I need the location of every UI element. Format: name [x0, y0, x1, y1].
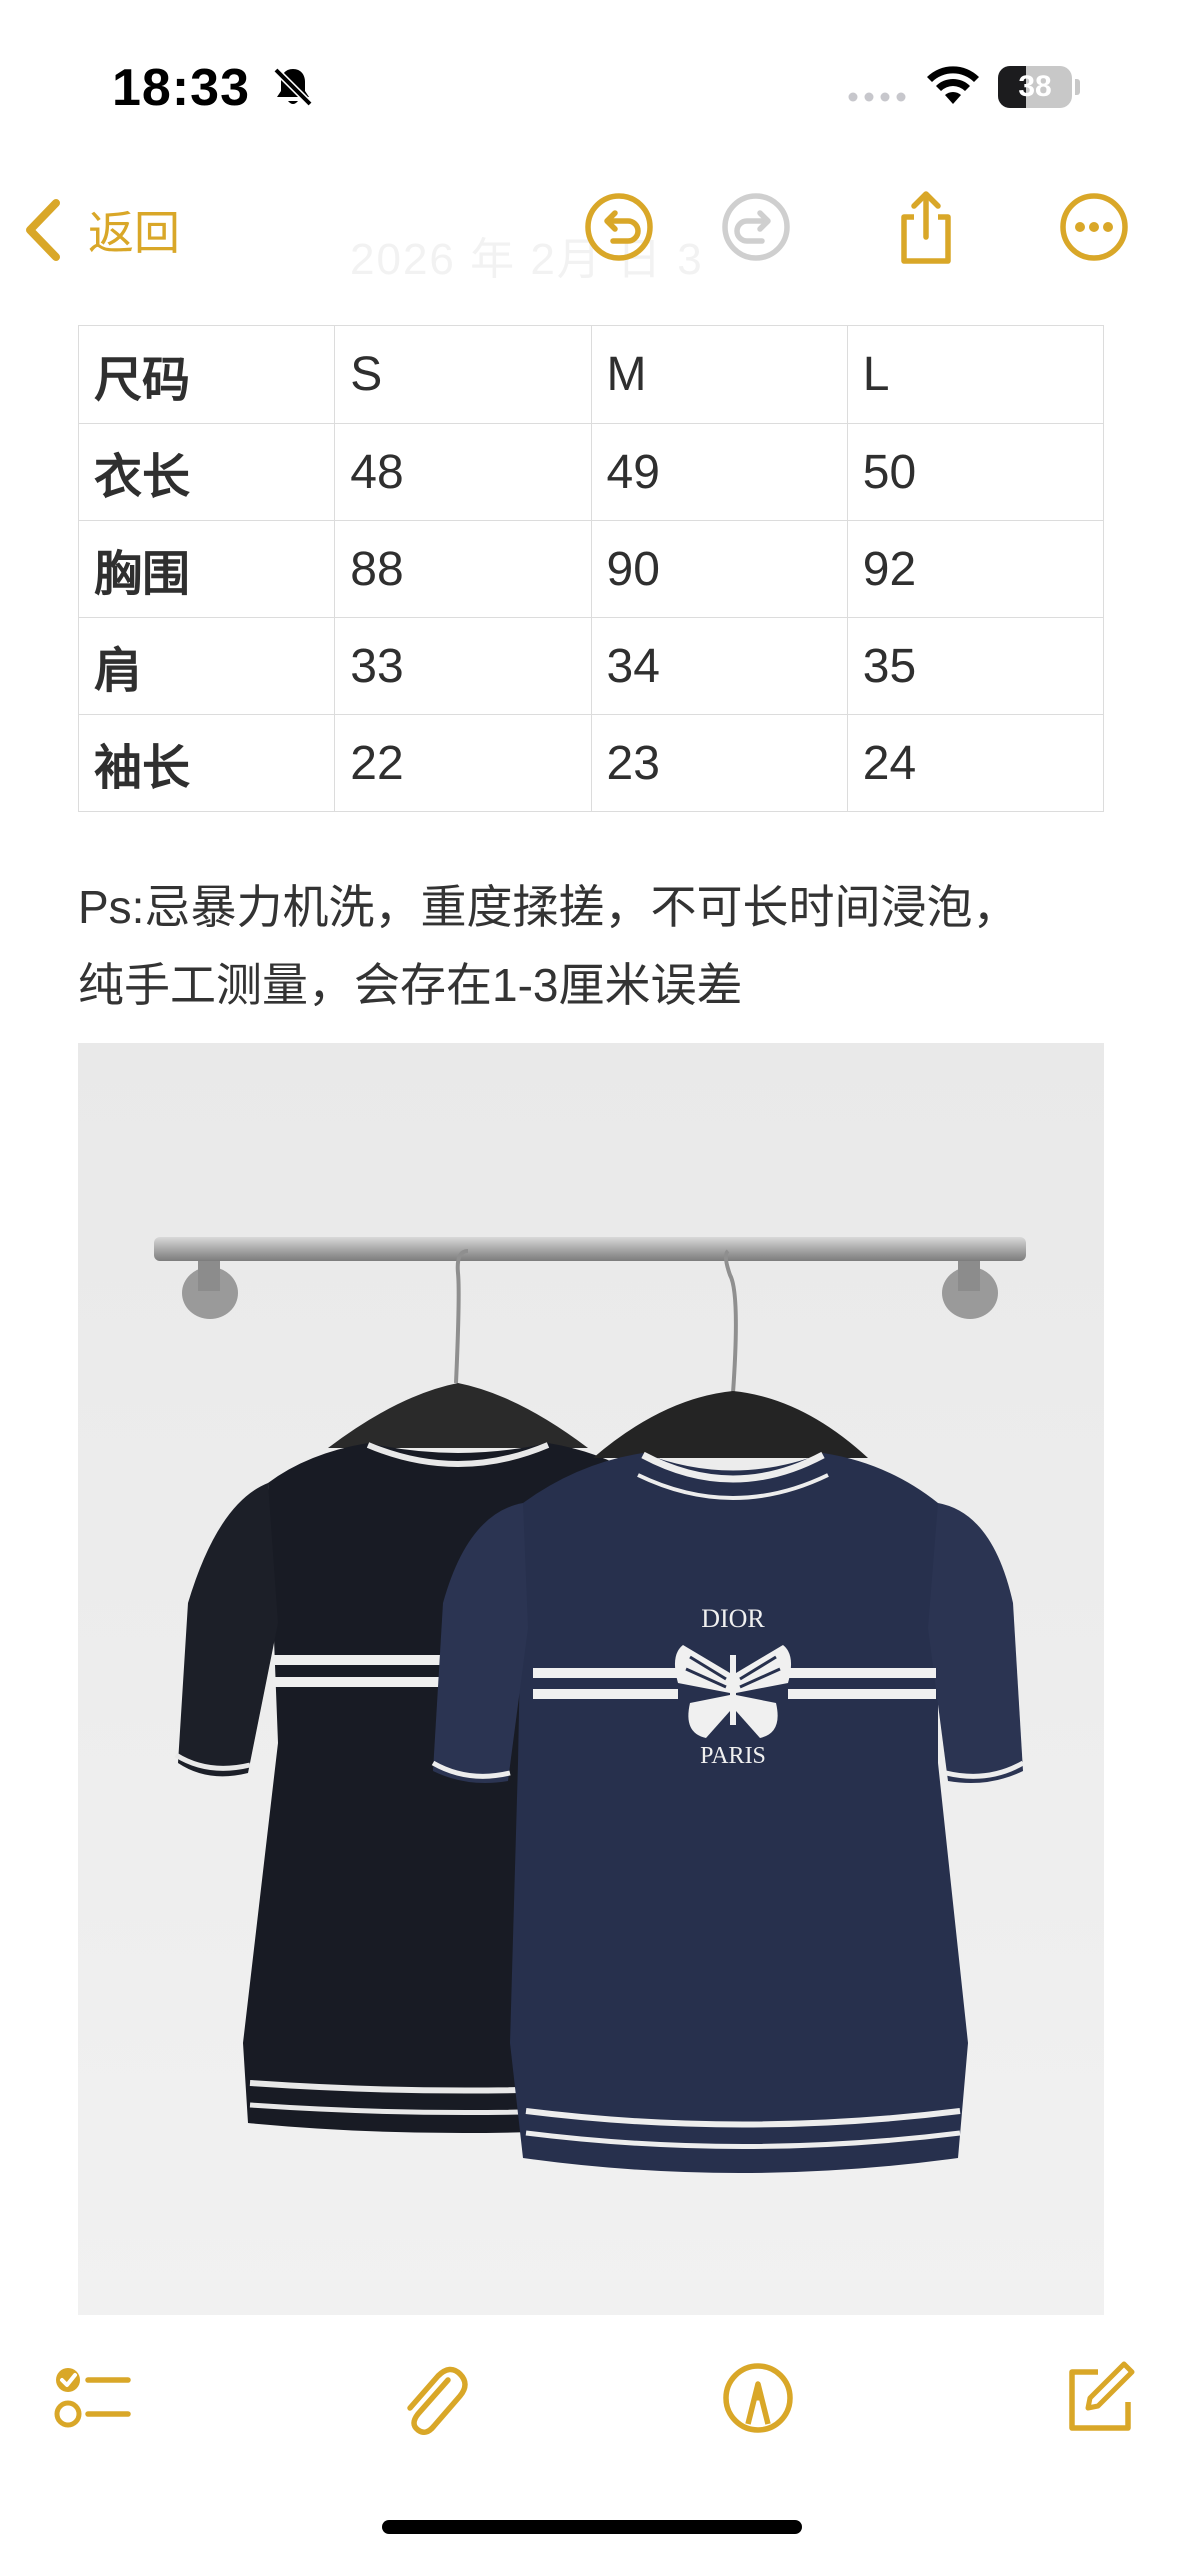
- table-cell[interactable]: M: [590, 325, 848, 424]
- table-cell[interactable]: 胸围: [77, 520, 336, 618]
- size-table: 尺码 S M L 衣长 48 49 50 胸围 88 90 92 肩 33 34…: [77, 325, 1105, 812]
- battery-percent: 38: [1018, 70, 1052, 103]
- home-indicator[interactable]: [382, 2520, 802, 2534]
- signal-dots-icon: [848, 92, 906, 102]
- table-cell[interactable]: 90: [590, 520, 848, 618]
- more-options-icon[interactable]: [1054, 187, 1134, 267]
- table-row: 肩 33 34 35: [77, 617, 1105, 715]
- table-cell[interactable]: 尺码: [77, 325, 336, 424]
- checklist-icon[interactable]: [52, 2358, 132, 2438]
- table-row: 袖长 22 23 24: [77, 714, 1105, 812]
- redo-icon[interactable]: [716, 187, 796, 267]
- share-icon[interactable]: [886, 187, 966, 267]
- back-button[interactable]: 返回: [22, 195, 180, 265]
- back-label: 返回: [88, 207, 180, 259]
- note-body: 尺码 S M L 衣长 48 49 50 胸围 88 90 92 肩 33 34…: [77, 325, 1105, 812]
- table-cell[interactable]: 24: [846, 714, 1105, 812]
- table-cell[interactable]: 92: [846, 520, 1105, 618]
- table-row: 衣长 48 49 50: [77, 423, 1105, 521]
- compose-icon[interactable]: [1058, 2358, 1138, 2438]
- table-cell[interactable]: 48: [334, 423, 592, 521]
- table-cell[interactable]: 33: [334, 617, 592, 715]
- product-photo[interactable]: DIOR PARIS: [78, 1043, 1104, 2315]
- note-text[interactable]: Ps:忌暴力机洗，重度揉搓，不可长时间浸泡， 纯手工测量，会存在1-3厘米误差: [78, 868, 1118, 1024]
- table-header-row: 尺码 S M L: [77, 325, 1105, 424]
- wifi-icon: [927, 66, 979, 104]
- table-cell[interactable]: 22: [334, 714, 592, 812]
- sweater-photo-illustration: DIOR PARIS: [78, 1043, 1104, 2315]
- chevron-left-icon: [26, 199, 60, 261]
- table-cell[interactable]: L: [846, 325, 1105, 424]
- paperclip-icon[interactable]: [392, 2358, 472, 2438]
- table-cell[interactable]: S: [334, 325, 592, 424]
- table-cell[interactable]: 23: [590, 714, 848, 812]
- bottom-toolbar: [0, 2340, 1179, 2460]
- navigation-bar: 2026 年 2月 日 3 返回: [0, 175, 1179, 285]
- table-cell[interactable]: 50: [846, 423, 1105, 521]
- battery-indicator: 38: [998, 66, 1082, 108]
- silent-bell-icon: [273, 67, 313, 107]
- table-cell[interactable]: 88: [334, 520, 592, 618]
- sweater-brand-top: DIOR: [701, 1604, 765, 1633]
- undo-icon[interactable]: [579, 187, 659, 267]
- note-text-line: 纯手工测量，会存在1-3厘米误差: [78, 959, 743, 1011]
- status-time: 18:33: [112, 59, 250, 117]
- table-cell[interactable]: 35: [846, 617, 1105, 715]
- status-bar: 18:33 38: [0, 0, 1179, 170]
- table-cell[interactable]: 衣长: [77, 423, 336, 521]
- sweater-brand-bottom: PARIS: [700, 1743, 766, 1769]
- markup-pen-icon[interactable]: [718, 2358, 798, 2438]
- hanging-rail: [154, 1237, 1026, 1261]
- table-cell[interactable]: 34: [590, 617, 848, 715]
- table-cell[interactable]: 肩: [77, 617, 336, 715]
- table-row: 胸围 88 90 92: [77, 520, 1105, 618]
- table-cell[interactable]: 袖长: [77, 714, 336, 812]
- note-text-line: Ps:忌暴力机洗，重度揉搓，不可长时间浸泡，: [78, 881, 1019, 933]
- table-cell[interactable]: 49: [590, 423, 848, 521]
